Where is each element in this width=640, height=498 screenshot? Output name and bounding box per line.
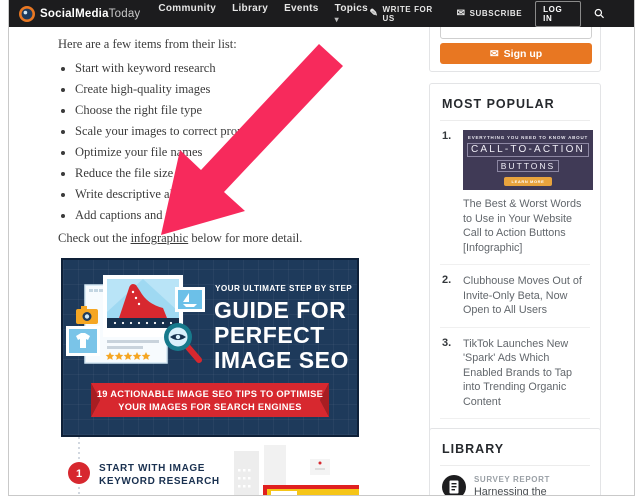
most-popular-title: MOST POPULAR [440,95,590,121]
envelope-icon: ✉ [456,8,466,19]
infographic-kicker: YOUR ULTIMATE STEP BY STEP [215,284,352,293]
logo-icon [19,5,35,22]
learn-more-button: LEARN MORE [503,176,553,186]
article-list-item: Scale your images to correct proportions [75,125,410,138]
browser-viewport: SocialMediaToday Community Library Event… [0,0,640,498]
nav-item-library[interactable]: Library [232,3,268,25]
popular-item-link[interactable]: TikTok Launches New 'Spark' Ads Which En… [463,337,588,410]
site-logo[interactable]: SocialMediaToday [19,5,141,22]
nav-actions: ✎ WRITE FOR US ✉ SUBSCRIBE LOG IN [369,0,604,27]
popular-item-link[interactable]: The Best & Worst Words to Use in Your We… [463,197,593,255]
item-rank: 2. [442,274,452,286]
envelope-icon: ✉ [489,47,499,60]
step-number: 1 [76,468,82,480]
infographic-title-line1: GUIDE FOR [214,297,346,323]
item-rank: 3. [442,336,452,349]
library-item-title: Harnessing the Growing Power of Influenc… [474,486,547,496]
subscribe-link[interactable]: ✉ SUBSCRIBE [457,8,523,19]
article-body: Here are a few items from their list: St… [58,36,410,246]
top-navbar: SocialMediaToday Community Library Event… [9,0,634,27]
infographic-header: YOUR ULTIMATE STEP BY STEP GUIDE FOR PER… [61,258,359,437]
infographic-title-line2: PERFECT [214,322,325,348]
nav-item-events[interactable]: Events [284,3,319,25]
nav-item-topics[interactable]: Topics ▾ [335,3,370,25]
infographic-title-line3: IMAGE SEO [214,347,349,373]
item-rank: 1. [442,130,452,142]
popular-item-5: 5. Instagram Tests New Option That Would… [440,495,590,496]
ribbon-line2: YOUR IMAGES FOR SEARCH ENGINES [118,402,302,412]
article-list-item: Write descriptive alt text [75,188,410,201]
pencil-icon: ✎ [369,8,379,19]
chevron-down-icon: ▾ [334,14,339,24]
seo-infographic-image[interactable]: YOUR ULTIMATE STEP BY STEP GUIDE FOR PER… [61,258,359,495]
login-button[interactable]: LOG IN [535,0,581,27]
site-name: SocialMediaToday [40,7,141,20]
popular-item-2: 2. Clubhouse Moves Out of Invite-Only Be… [440,264,590,327]
nav-item-community[interactable]: Community [158,3,216,25]
page: SocialMediaToday Community Library Event… [8,0,635,496]
article-list: Start with keyword research Create high-… [58,62,410,222]
popular-item-1: 1. EVERYTHING YOU NEED TO KNOW ABOUT CAL… [440,121,593,264]
infographic-step1: 1 START WITH IMAGE KEYWORD RESEARCH [61,437,359,495]
article-list-item: Add captions and titles [75,209,410,222]
library-item-1[interactable]: SURVEY REPORT Harnessing the Growing Pow… [440,466,590,496]
document-icon [442,475,466,495]
library-title: LIBRARY [440,440,590,466]
step-title-line1: START WITH IMAGE [99,463,205,474]
nav-menu: Community Library Events Topics ▾ [158,3,369,25]
library-card: LIBRARY SURVEY REPORT Harnessing the Gro… [429,428,601,496]
signup-button[interactable]: ✉ Sign up [440,43,592,64]
article-outro: Check out the infographic below for more… [58,231,303,245]
search-icon[interactable] [594,8,604,19]
popular-item-link[interactable]: Clubhouse Moves Out of Invite-Only Beta,… [463,274,588,318]
infographic-link[interactable]: infographic [131,231,189,245]
popular-item-3: 3. TikTok Launches New 'Spark' Ads Which… [440,326,590,419]
article-list-item: Start with keyword research [75,62,410,75]
write-for-us-link[interactable]: ✎ WRITE FOR US [369,5,443,23]
article-list-item: Optimize your file names [75,146,410,159]
article-list-item: Reduce the file size [75,167,410,180]
article-intro: Here are a few items from their list: [58,37,237,51]
cta-buttons-thumbnail[interactable]: EVERYTHING YOU NEED TO KNOW ABOUT CALL-T… [463,130,593,190]
step-title-line2: KEYWORD RESEARCH [99,476,220,487]
article-list-item: Create high-quality images [75,83,410,96]
library-item-tag: SURVEY REPORT [474,475,550,484]
infographic-art: YOUR ULTIMATE STEP BY STEP GUIDE FOR PER… [66,275,352,417]
ribbon-line1: 19 ACTIONABLE IMAGE SEO TIPS TO OPTIMISE [97,389,323,399]
article-list-item: Choose the right file type [75,104,410,117]
